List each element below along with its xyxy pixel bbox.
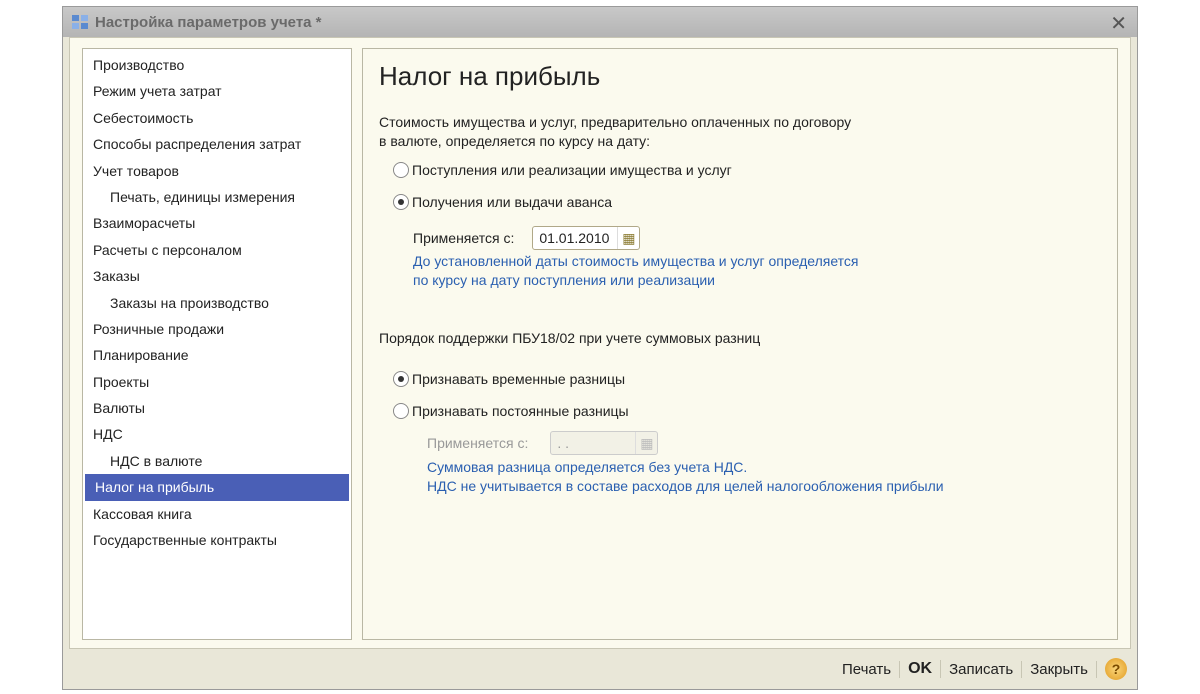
ok-button[interactable]: OK: [900, 660, 942, 678]
section1-note: До установленной даты стоимость имуществ…: [413, 253, 859, 269]
radio-advance-date[interactable]: Получения или выдачи аванса: [393, 194, 612, 210]
radio-label: Поступления или реализации имущества и у…: [412, 162, 732, 178]
sidebar-item[interactable]: Расчеты с персоналом: [83, 237, 351, 263]
sidebar-item[interactable]: Проекты: [83, 369, 351, 395]
sidebar-item[interactable]: Взаиморасчеты: [83, 210, 351, 236]
date-value: 01.01.2010: [539, 230, 610, 246]
sidebar-item[interactable]: Кассовая книга: [83, 501, 351, 527]
radio-permanent-differences[interactable]: Признавать постоянные разницы: [393, 403, 629, 419]
page-title: Налог на прибыль: [379, 61, 601, 91]
date-value: . .: [557, 435, 570, 451]
help-icon[interactable]: ?: [1105, 658, 1127, 680]
calendar-icon: ▦: [635, 432, 657, 454]
sidebar-item[interactable]: Производство: [83, 52, 351, 78]
sidebar-item[interactable]: Розничные продажи: [83, 316, 351, 342]
settings-panel: Налог на прибыль Стоимость имущества и у…: [362, 48, 1118, 640]
sidebar-item[interactable]: Учет товаров: [83, 158, 351, 184]
window-app-icon: [72, 15, 88, 29]
radio-receipt-date[interactable]: Поступления или реализации имущества и у…: [393, 162, 732, 178]
date-label-disabled: Применяется с:: [427, 435, 529, 451]
date-field[interactable]: 01.01.2010 ▦: [532, 226, 641, 250]
sidebar-item[interactable]: НДС: [83, 421, 351, 447]
section2-note-2: НДС не учитывается в составе расходов дл…: [427, 478, 944, 494]
sidebar-item[interactable]: Режим учета затрат: [83, 78, 351, 104]
print-button[interactable]: Печать: [834, 660, 901, 678]
sidebar-item[interactable]: Валюты: [83, 395, 351, 421]
close-button[interactable]: Закрыть: [1022, 660, 1097, 678]
section1-description: Стоимость имущества и услуг, предварител…: [379, 114, 852, 130]
radio-label: Признавать постоянные разницы: [412, 403, 629, 419]
window-body: Производство Режим учета затрат Себестоимо…: [69, 37, 1131, 649]
section1-note-2: по курсу на дату поступления или реализа…: [413, 272, 715, 288]
title-bar: Настройка параметров учета * ✕: [63, 7, 1137, 37]
radio-circle-selected: [393, 371, 409, 387]
sidebar-item[interactable]: Заказы: [83, 263, 351, 289]
close-icon[interactable]: ✕: [1110, 11, 1127, 36]
section1-description-2: в валюте, определяется по курсу на дату:: [379, 133, 651, 149]
radio-circle: [393, 403, 409, 419]
radio-temporary-differences[interactable]: Признавать временные разницы: [393, 371, 625, 387]
radio-label: Признавать временные разницы: [412, 371, 626, 387]
calendar-icon[interactable]: ▦: [617, 227, 639, 249]
sidebar-item[interactable]: НДС в валюте: [83, 448, 351, 474]
section2-description: Порядок поддержки ПБУ18/02 при учете сум…: [379, 330, 761, 346]
radio-circle: [393, 162, 409, 178]
footer-toolbar: Печать OK Записать Закрыть ?: [834, 653, 1127, 685]
radio-label: Получения или выдачи аванса: [412, 194, 613, 210]
date-label: Применяется с:: [413, 230, 515, 246]
window-title: Настройка параметров учета *: [95, 13, 322, 31]
sidebar-item[interactable]: Печать, единицы измерения: [83, 184, 351, 210]
save-button[interactable]: Записать: [941, 660, 1023, 678]
sidebar-item[interactable]: Себестоимость: [83, 105, 351, 131]
sidebar-item[interactable]: Государственные контракты: [83, 527, 351, 553]
radio-circle-selected: [393, 194, 409, 210]
date-field-disabled: . . ▦: [550, 431, 659, 455]
section2-note: Суммовая разница определяется без учета …: [427, 459, 748, 475]
sidebar-item[interactable]: Планирование: [83, 342, 351, 368]
sidebar-item[interactable]: Налог на прибыль: [85, 474, 349, 501]
sidebar-item[interactable]: Способы распределения затрат: [83, 131, 351, 157]
settings-window: Настройка параметров учета * ✕ Производс…: [62, 6, 1138, 690]
sidebar-item[interactable]: Заказы на производство: [83, 290, 351, 316]
sidebar-list: Производство Режим учета затрат Себестоимо…: [82, 48, 352, 640]
